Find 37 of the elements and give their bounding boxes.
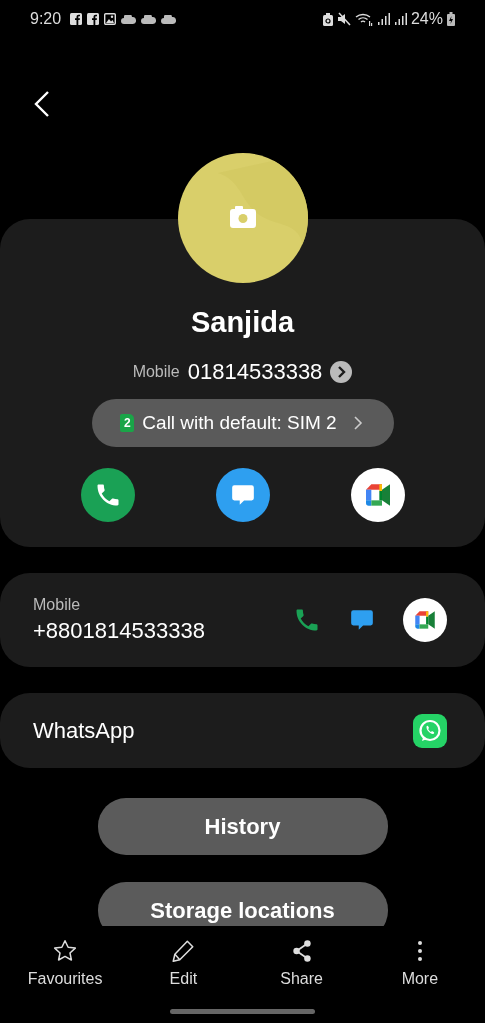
clock: 9:20 — [30, 10, 62, 28]
number-label: Mobile — [33, 596, 82, 614]
chevron-icon[interactable] — [330, 361, 353, 383]
video-call-button[interactable] — [350, 468, 405, 522]
cloud-icon — [121, 14, 137, 24]
nav-button[interactable]: Edit — [124, 926, 243, 1000]
battery-saver-icon — [322, 12, 333, 26]
signal-icon — [393, 13, 407, 25]
phone-number: 01814533338 — [187, 359, 323, 385]
phone-number: +8801814533338 — [33, 618, 206, 644]
sim-button[interactable]: 2 Call with default: SIM 2 — [91, 399, 394, 447]
battery-icon — [447, 12, 455, 26]
pill-button[interactable]: Storage locations — [97, 882, 388, 926]
app-notification-icon — [70, 13, 83, 25]
number-label: Mobile — [132, 363, 180, 381]
wifi-icon — [354, 12, 373, 26]
sim-badge: 2 — [120, 414, 135, 432]
contact-name: Sanjida — [190, 305, 295, 339]
chat-app-icon[interactable] — [413, 713, 447, 748]
call-button[interactable] — [80, 468, 135, 522]
pill-button[interactable]: History — [97, 798, 388, 855]
message-button[interactable] — [215, 468, 270, 522]
battery-percentage: 24% — [410, 10, 443, 28]
app-notification-icon — [87, 13, 100, 25]
video-call-button[interactable] — [403, 598, 447, 642]
image-icon — [104, 13, 117, 25]
cloud-icon — [141, 14, 157, 24]
mute-icon — [336, 12, 351, 26]
signal-icon — [376, 13, 390, 25]
app-label: WhatsApp — [33, 717, 135, 744]
camera-icon — [229, 206, 256, 228]
star-icon — [52, 938, 79, 964]
cloud-icon — [161, 14, 177, 24]
more-icon — [416, 938, 423, 964]
nav-button[interactable]: Share — [242, 926, 361, 1000]
nav-button[interactable]: More — [360, 926, 479, 1000]
nav-button[interactable]: Favourites — [6, 926, 125, 1000]
